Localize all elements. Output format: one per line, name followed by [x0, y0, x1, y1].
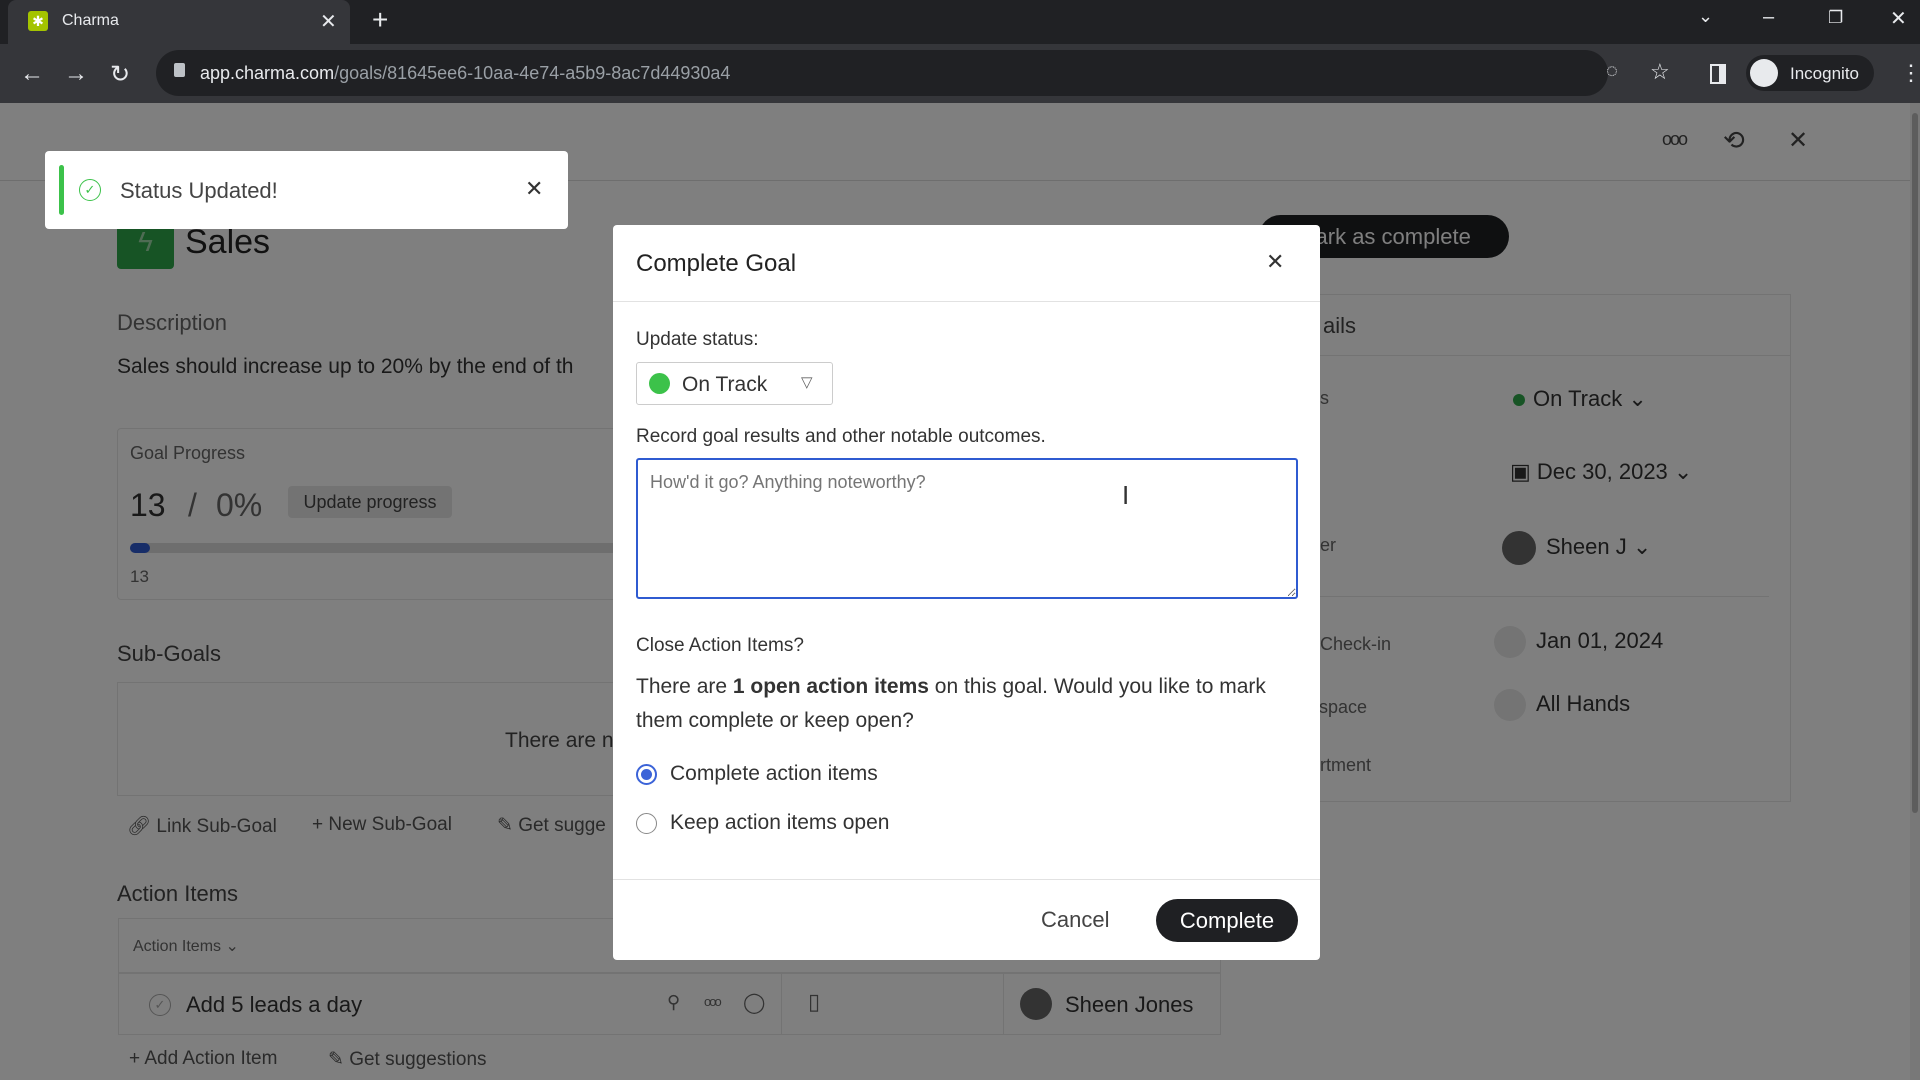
complete-goal-dialog: Complete Goal ✕ Update status: On Track …	[613, 225, 1320, 960]
open-items-message: There are 1 open action items on this go…	[636, 675, 1266, 732]
tracking-eye-off-icon[interactable]: ◌	[1606, 60, 1618, 83]
close-window-icon[interactable]: ✕	[1890, 6, 1907, 31]
status-dot-icon	[649, 373, 670, 394]
new-tab-icon[interactable]: +	[372, 4, 388, 36]
toast-close-icon[interactable]: ✕	[525, 176, 543, 202]
text-cursor-icon: I	[1122, 480, 1130, 510]
success-check-icon: ✓	[79, 179, 101, 201]
dialog-title: Complete Goal	[636, 250, 797, 277]
tab-search-chevron-icon[interactable]: ⌄	[1698, 6, 1713, 27]
close-tab-icon[interactable]: ✕	[320, 9, 337, 34]
restore-icon[interactable]: ❐	[1828, 8, 1843, 28]
side-panel-icon[interactable]	[1710, 64, 1726, 84]
incognito-profile-button[interactable]: Incognito	[1746, 55, 1874, 91]
cancel-button[interactable]: Cancel	[1041, 907, 1109, 933]
url-text: app.charma.com/goals/81645ee6-10aa-4e74-…	[200, 63, 731, 83]
toast-message: Status Updated!	[120, 178, 278, 203]
dialog-close-icon[interactable]: ✕	[1266, 249, 1284, 275]
status-toast: ✓ Status Updated! ✕	[45, 151, 568, 229]
incognito-icon	[1750, 59, 1778, 87]
forward-icon[interactable]: →	[64, 60, 88, 88]
browser-tab[interactable]: ✱ Charma ✕	[8, 0, 350, 44]
complete-button[interactable]: Complete	[1156, 899, 1298, 942]
status-select[interactable]: On Track ▽	[636, 362, 833, 405]
reload-icon[interactable]: ↻	[110, 60, 130, 89]
charma-favicon-icon: ✱	[28, 11, 48, 31]
browser-menu-icon[interactable]: ⋮	[1900, 60, 1920, 86]
tab-title: Charma	[62, 12, 119, 29]
bookmark-star-icon[interactable]: ☆	[1650, 59, 1670, 85]
back-icon[interactable]: ←	[20, 60, 44, 88]
goal-results-textarea[interactable]	[636, 458, 1298, 599]
dropdown-triangle-icon: ▽	[801, 374, 813, 391]
lock-icon	[174, 63, 185, 77]
address-bar[interactable]: app.charma.com/goals/81645ee6-10aa-4e74-…	[156, 50, 1670, 96]
minimize-icon[interactable]: –	[1763, 6, 1774, 29]
